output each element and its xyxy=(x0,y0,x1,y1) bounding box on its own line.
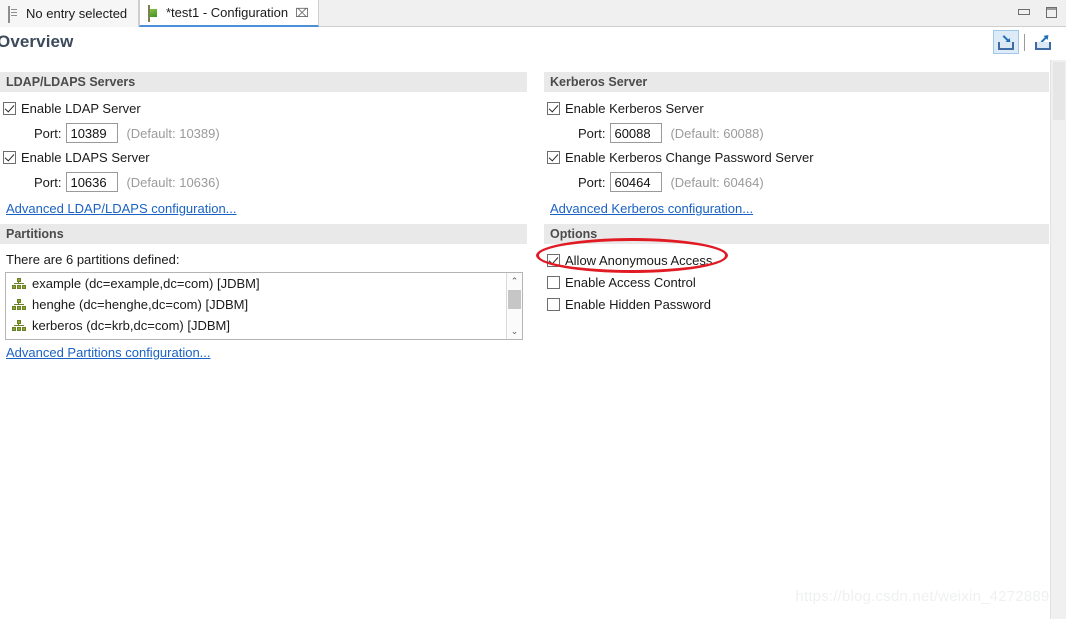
port-default-hint: (Default: 60088) xyxy=(670,125,764,141)
enable-hidden-password-checkbox[interactable] xyxy=(547,297,560,311)
import-tray-icon xyxy=(997,34,1015,51)
list-item[interactable]: henghe (dc=henghe,dc=com) [JDBM] xyxy=(6,294,522,315)
port-default-hint: (Default: 10389) xyxy=(126,125,220,141)
section-title: Partitions xyxy=(0,224,527,244)
kerberos-port-row: Port: (Default: 60088) xyxy=(547,120,1049,146)
enable-hidden-password-row[interactable]: Enable Hidden Password xyxy=(547,294,1049,314)
tab-test1-configuration[interactable]: *test1 - Configuration ⌧ xyxy=(139,0,319,27)
scroll-down-icon[interactable]: ⌄ xyxy=(507,323,522,339)
import-configuration-button[interactable] xyxy=(993,30,1019,54)
advanced-partitions-configuration-link[interactable]: Advanced Partitions configuration... xyxy=(6,345,211,360)
partitions-count-text: There are 6 partitions defined: xyxy=(6,252,180,267)
enable-kerberos-server-row[interactable]: Enable Kerberos Server xyxy=(547,98,1049,118)
window-controls xyxy=(1016,4,1060,21)
enable-ldaps-server-row[interactable]: Enable LDAPS Server xyxy=(3,147,527,167)
checkbox-label: Enable Kerberos Change Password Server xyxy=(565,149,814,165)
partitions-section: Partitions There are 6 partitions define… xyxy=(0,224,527,364)
partition-icon xyxy=(12,277,26,290)
checkbox-label: Enable LDAP Server xyxy=(21,100,141,116)
scroll-up-icon[interactable]: ⌃ xyxy=(507,273,522,289)
port-label: Port: xyxy=(34,125,62,141)
options-section: Options Allow Anonymous Access Enable Ac… xyxy=(544,224,1049,320)
port-label: Port: xyxy=(34,174,62,190)
enable-kerberos-server-checkbox[interactable] xyxy=(547,101,560,115)
page-scrollbar[interactable] xyxy=(1050,60,1066,619)
close-icon[interactable]: ⌧ xyxy=(295,7,309,19)
list-item[interactable]: example (dc=example,dc=com) [JDBM] xyxy=(6,273,522,294)
checkbox-label: Allow Anonymous Access xyxy=(565,252,713,268)
ldap-port-input[interactable] xyxy=(66,123,119,143)
right-column: Kerberos Server Enable Kerberos Server P… xyxy=(544,72,1049,320)
export-tray-icon xyxy=(1034,34,1052,51)
editor-tab-bar: No entry selected *test1 - Configuration… xyxy=(0,0,1066,27)
section-title: LDAP/LDAPS Servers xyxy=(0,72,527,92)
tab-label: No entry selected xyxy=(26,6,128,21)
advanced-ldap-configuration-link[interactable]: Advanced LDAP/LDAPS configuration... xyxy=(6,201,237,216)
enable-kerberos-change-password-row[interactable]: Enable Kerberos Change Password Server xyxy=(547,147,1049,167)
port-label: Port: xyxy=(578,125,606,141)
enable-access-control-checkbox[interactable] xyxy=(547,275,560,289)
ldap-port-row: Port: (Default: 10389) xyxy=(3,120,527,146)
checkbox-label: Enable Access Control xyxy=(565,274,696,290)
enable-kerberos-change-password-checkbox[interactable] xyxy=(547,150,560,164)
partitions-scrollbar[interactable]: ⌃ ⌄ xyxy=(506,273,522,339)
checkbox-label: Enable LDAPS Server xyxy=(21,149,150,165)
list-item[interactable]: kerberos (dc=krb,dc=com) [JDBM] xyxy=(6,315,522,336)
export-configuration-button[interactable] xyxy=(1030,30,1056,54)
minimize-icon[interactable] xyxy=(1016,4,1033,21)
kerberos-server-section: Kerberos Server Enable Kerberos Server P… xyxy=(544,72,1049,220)
list-item-label: example (dc=example,dc=com) [JDBM] xyxy=(32,276,260,291)
advanced-kerberos-configuration-link[interactable]: Advanced Kerberos configuration... xyxy=(550,201,753,216)
enable-ldaps-server-checkbox[interactable] xyxy=(3,150,16,164)
section-title: Kerberos Server xyxy=(544,72,1049,92)
checkbox-label: Enable Kerberos Server xyxy=(565,100,704,116)
scrollbar-thumb[interactable] xyxy=(1053,62,1065,120)
ldap-servers-section: LDAP/LDAPS Servers Enable LDAP Server Po… xyxy=(0,72,527,220)
partition-icon xyxy=(12,319,26,332)
header-toolbar xyxy=(993,30,1056,54)
tab-no-entry-selected[interactable]: No entry selected xyxy=(0,0,139,27)
page-header: Overview xyxy=(0,27,1066,60)
list-item-label: henghe (dc=henghe,dc=com) [JDBM] xyxy=(32,297,249,312)
page-title: Overview xyxy=(0,32,74,51)
checkbox-label: Enable Hidden Password xyxy=(565,296,711,312)
enable-ldap-server-row[interactable]: Enable LDAP Server xyxy=(3,98,527,118)
allow-anonymous-access-row[interactable]: Allow Anonymous Access xyxy=(547,250,1049,270)
scrollbar-thumb[interactable] xyxy=(508,290,521,309)
enable-ldap-server-checkbox[interactable] xyxy=(3,101,16,115)
partitions-list[interactable]: example (dc=example,dc=com) [JDBM] hengh… xyxy=(5,272,523,340)
enable-access-control-row[interactable]: Enable Access Control xyxy=(547,272,1049,292)
ldaps-port-input[interactable] xyxy=(66,172,119,192)
document-icon xyxy=(8,5,21,23)
port-default-hint: (Default: 60464) xyxy=(670,174,764,190)
section-title: Options xyxy=(544,224,1049,244)
list-item-label: kerberos (dc=krb,dc=com) [JDBM] xyxy=(32,318,230,333)
kerberos-port-input[interactable] xyxy=(610,123,663,143)
watermark: https://blog.csdn.net/weixin_42728895 xyxy=(795,588,1058,605)
allow-anonymous-access-checkbox[interactable] xyxy=(547,253,560,267)
port-label: Port: xyxy=(578,174,606,190)
maximize-icon[interactable] xyxy=(1043,4,1060,21)
toolbar-separator xyxy=(1024,33,1025,51)
overview-body: LDAP/LDAPS Servers Enable LDAP Server Po… xyxy=(0,60,1066,619)
change-password-port-input[interactable] xyxy=(610,172,663,192)
partition-icon xyxy=(12,298,26,311)
ldaps-port-row: Port: (Default: 10636) xyxy=(3,169,527,195)
tab-label: *test1 - Configuration xyxy=(166,5,289,20)
configuration-file-icon xyxy=(148,4,161,22)
port-default-hint: (Default: 10636) xyxy=(126,174,220,190)
left-column: LDAP/LDAPS Servers Enable LDAP Server Po… xyxy=(0,72,527,364)
change-password-port-row: Port: (Default: 60464) xyxy=(547,169,1049,195)
